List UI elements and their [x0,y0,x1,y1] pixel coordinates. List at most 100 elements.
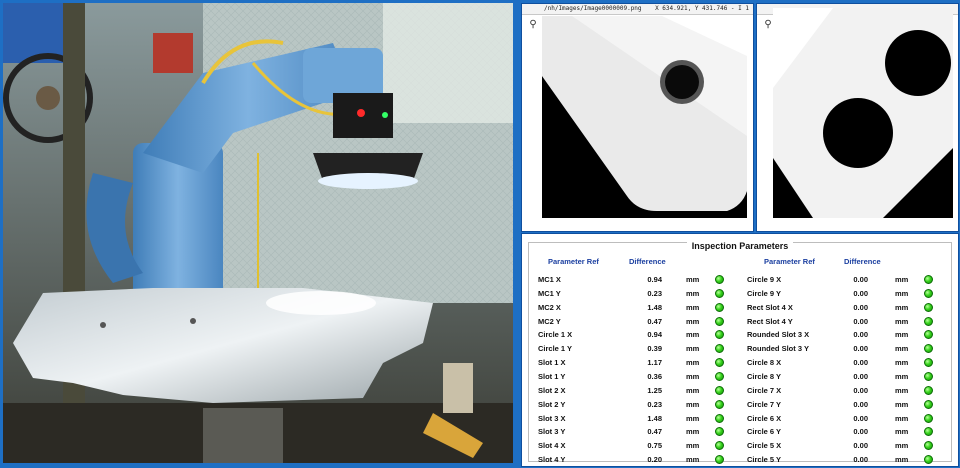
param-difference: 0.00 [853,275,868,284]
param-name: Rounded Slot 3 Y [747,344,809,353]
status-ok-led-icon [715,399,724,409]
param-unit: mm [686,289,700,298]
right-param-header: Parameter Ref [764,257,815,266]
param-unit: mm [686,372,700,381]
param-name: Circle 8 X [747,358,782,367]
status-ok-led-icon [715,440,724,450]
param-difference: 1.17 [647,358,662,367]
status-ok-led-icon [924,302,933,312]
status-ok-led-icon [715,343,724,353]
status-ok-led-icon [715,329,724,339]
param-unit: mm [895,441,909,450]
status-ok-led-icon [924,357,933,367]
param-difference: 0.00 [853,330,868,339]
param-unit: mm [686,275,700,284]
camera-image-2[interactable] [773,8,953,218]
param-name: Rect Slot 4 Y [747,317,793,326]
param-name: Circle 6 Y [747,427,782,436]
param-unit: mm [895,427,909,436]
status-ok-led-icon [924,274,933,284]
status-ok-led-icon [924,399,933,409]
param-unit: mm [686,455,700,464]
param-difference: 0.00 [853,303,868,312]
param-unit: mm [686,303,700,312]
camera-image-1-render [542,16,747,218]
param-unit: mm [895,386,909,395]
param-unit: mm [895,455,909,464]
param-unit: mm [895,372,909,381]
param-difference: 0.75 [647,441,662,450]
param-name: Slot 4 X [538,441,566,450]
param-unit: mm [686,330,700,339]
param-difference: 0.00 [853,414,868,423]
inspection-group-box [528,242,952,462]
param-difference: 0.20 [647,455,662,464]
param-difference: 0.00 [853,344,868,353]
param-difference: 1.48 [647,414,662,423]
inspection-panel: Inspection Parameters Parameter Ref Diff… [521,233,959,467]
param-difference: 0.00 [853,317,868,326]
param-name: Circle 5 Y [747,455,782,464]
param-unit: mm [895,317,909,326]
param-name: Circle 8 Y [747,372,782,381]
param-difference: 0.39 [647,344,662,353]
robot-photo-illustration [3,3,513,463]
param-unit: mm [895,414,909,423]
image-window-title-bar: /nh/Images/Image0000009.png X 634.921, Y… [522,4,753,15]
status-ok-led-icon [924,385,933,395]
param-unit: mm [895,358,909,367]
param-difference: 1.48 [647,303,662,312]
status-ok-led-icon [924,329,933,339]
param-unit: mm [686,386,700,395]
param-difference: 0.00 [853,400,868,409]
param-difference: 0.00 [853,289,868,298]
param-name: Rounded Slot 3 X [747,330,810,339]
param-difference: 0.94 [647,330,662,339]
param-name: Rect Slot 4 X [747,303,793,312]
status-ok-led-icon [715,357,724,367]
camera-image-1[interactable] [542,16,747,218]
param-name: Circle 5 X [747,441,782,450]
param-difference: 0.94 [647,275,662,284]
status-ok-led-icon [715,288,724,298]
param-difference: 1.25 [647,386,662,395]
status-ok-led-icon [924,288,933,298]
param-unit: mm [686,317,700,326]
param-name: Slot 4 Y [538,455,566,464]
param-unit: mm [686,427,700,436]
inspection-title-text: Inspection Parameters [686,241,794,251]
param-difference: 0.23 [647,400,662,409]
param-name: MC1 Y [538,289,561,298]
param-unit: mm [686,414,700,423]
param-unit: mm [686,400,700,409]
param-difference: 0.00 [853,427,868,436]
param-name: Slot 3 X [538,414,566,423]
param-name: Slot 3 Y [538,427,566,436]
camera-image-window-2[interactable]: ⚲ [756,3,959,232]
status-ok-led-icon [924,426,933,436]
status-ok-led-icon [924,371,933,381]
camera-image-window-1[interactable]: /nh/Images/Image0000009.png X 634.921, Y… [521,3,754,232]
param-name: Slot 1 Y [538,372,566,381]
inspection-title: Inspection Parameters [522,236,958,254]
zoom-icon[interactable]: ⚲ [527,18,539,32]
param-unit: mm [895,303,909,312]
param-unit: mm [895,330,909,339]
image-path: /nh/Images/Image0000009.png [544,5,642,12]
param-difference: 0.00 [853,372,868,381]
param-name: Circle 1 X [538,330,573,339]
left-param-header: Parameter Ref [548,257,599,266]
param-unit: mm [686,358,700,367]
param-difference: 0.47 [647,427,662,436]
param-unit: mm [686,441,700,450]
param-unit: mm [895,289,909,298]
status-ok-led-icon [715,426,724,436]
param-difference: 0.23 [647,289,662,298]
param-name: Circle 6 X [747,414,782,423]
status-ok-led-icon [924,343,933,353]
param-name: MC2 Y [538,317,561,326]
param-unit: mm [895,400,909,409]
status-ok-led-icon [715,274,724,284]
robot-photo [3,3,513,463]
cursor-coords: X 634.921, Y 431.746 - I 1 [655,5,749,12]
